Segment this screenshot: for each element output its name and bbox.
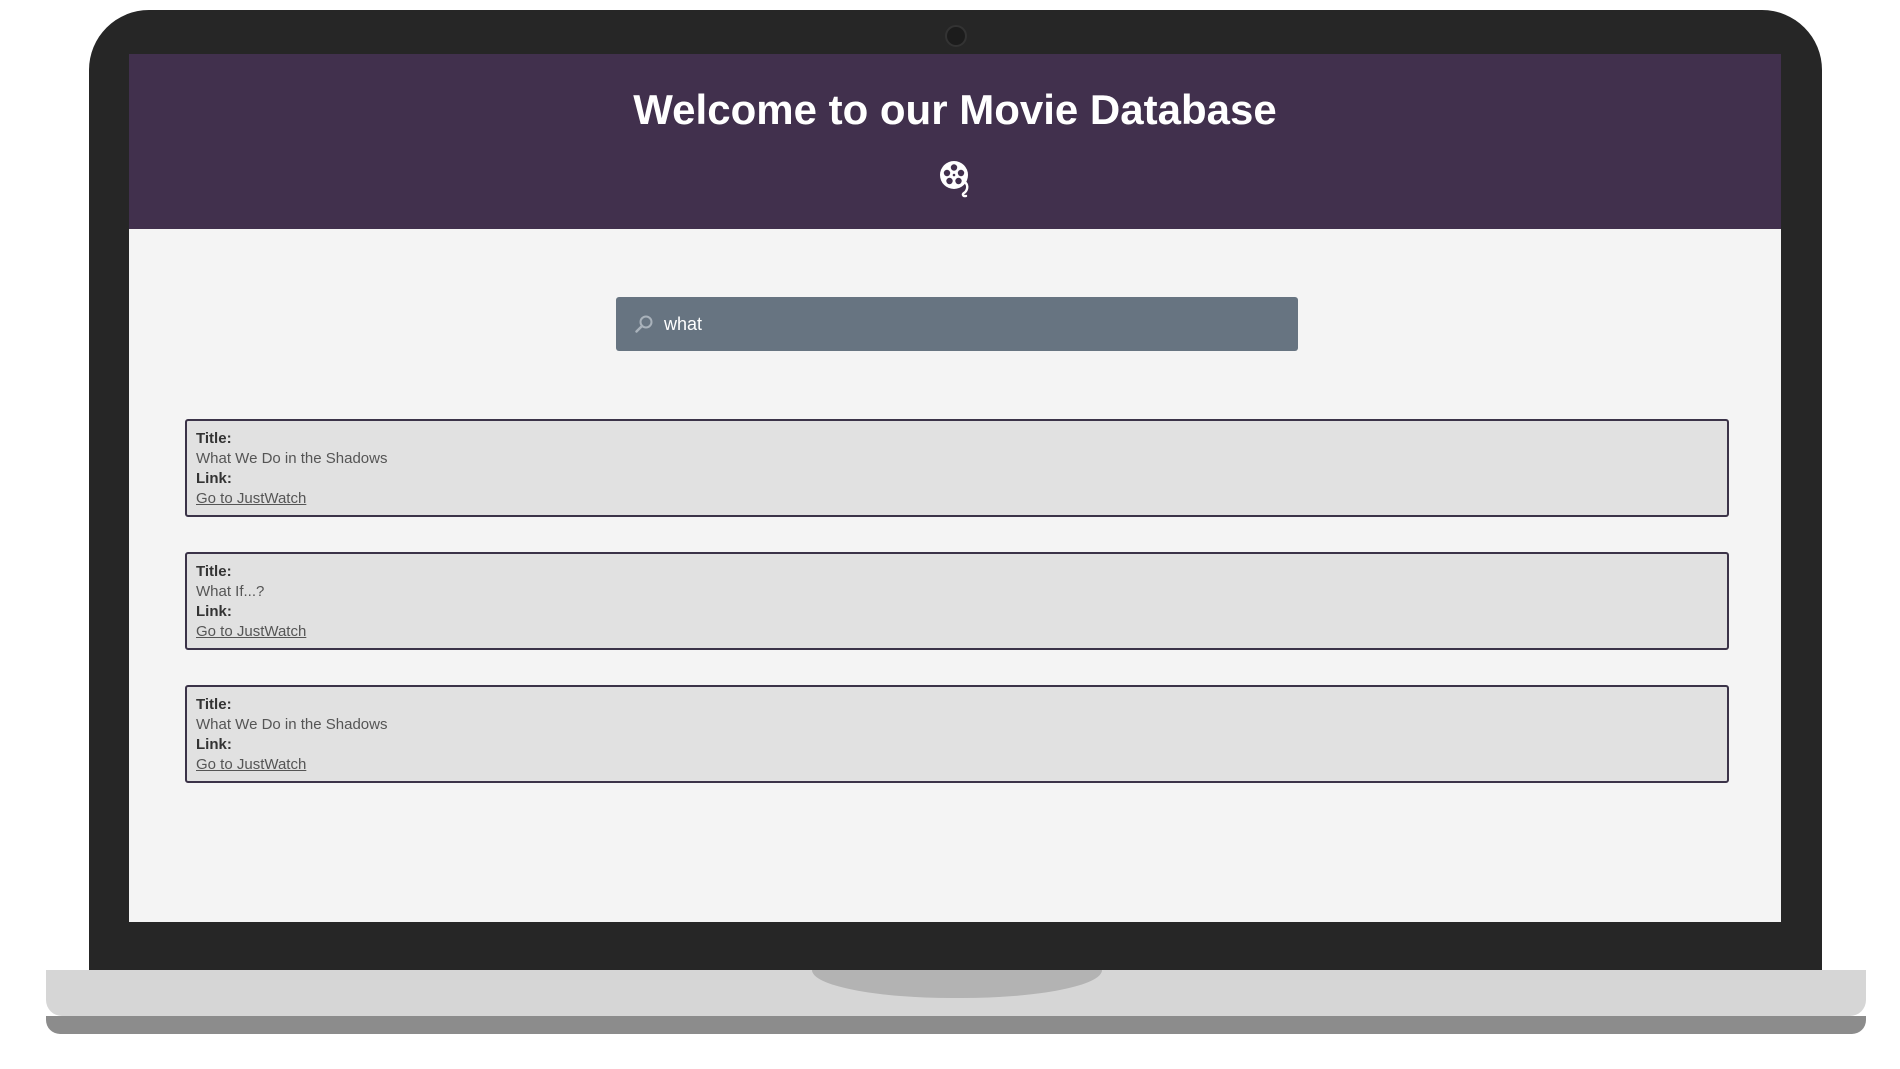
- result-card: Title: What We Do in the Shadows Link: G…: [185, 685, 1729, 783]
- movie-title: What We Do in the Shadows: [196, 450, 388, 467]
- search-bar: [616, 297, 1298, 351]
- laptop-base-edge: [46, 1016, 1866, 1034]
- page-title: Welcome to our Movie Database: [633, 86, 1277, 133]
- page-header: Welcome to our Movie Database: [129, 54, 1781, 229]
- result-card: Title: What We Do in the Shadows Link: G…: [185, 419, 1729, 517]
- result-card: Title: What If...? Link: Go to JustWatch: [185, 552, 1729, 650]
- film-reel-icon: [940, 161, 969, 198]
- justwatch-link[interactable]: Go to JustWatch: [196, 622, 306, 642]
- camera-icon: [945, 25, 967, 47]
- movie-title: What We Do in the Shadows: [196, 716, 388, 733]
- title-label: Title:: [196, 563, 232, 580]
- link-label: Link:: [196, 736, 232, 753]
- movie-title: What If...?: [196, 583, 265, 600]
- justwatch-link[interactable]: Go to JustWatch: [196, 489, 306, 509]
- app-screen: Welcome to our Movie Database Title: Wha…: [129, 54, 1781, 922]
- title-label: Title:: [196, 696, 232, 713]
- title-label: Title:: [196, 430, 232, 447]
- justwatch-link[interactable]: Go to JustWatch: [196, 755, 306, 775]
- link-label: Link:: [196, 603, 232, 620]
- search-input[interactable]: [664, 297, 1274, 351]
- search-icon: [635, 315, 653, 333]
- link-label: Link:: [196, 470, 232, 487]
